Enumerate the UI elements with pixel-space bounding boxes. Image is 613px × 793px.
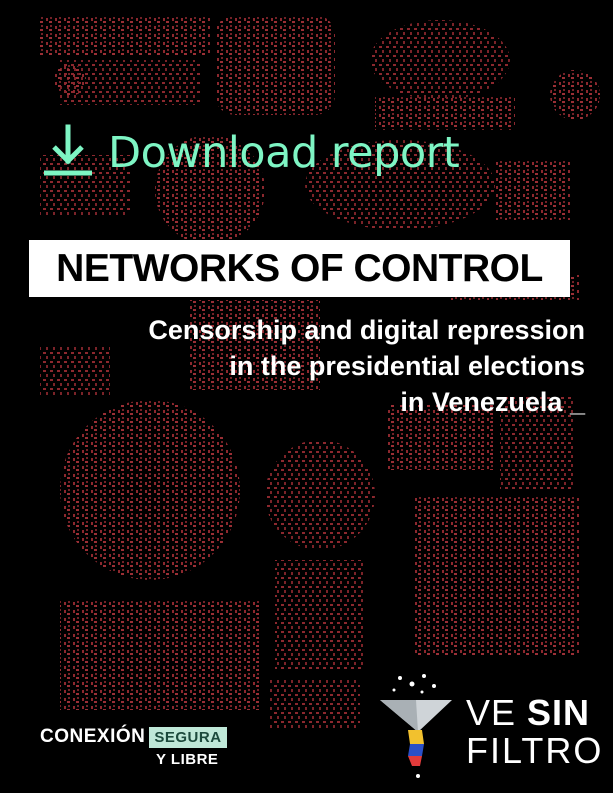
text-cursor: _ <box>569 387 585 417</box>
subtitle-line-3: in Venezuela _ <box>45 384 585 420</box>
logo-word-segura: SEGURA <box>149 726 227 748</box>
logo-word-conexion: CONEXIÓN <box>40 726 146 747</box>
subtitle-line-2: in the presidential elections <box>229 351 585 381</box>
subtitle-line-3-text: in Venezuela <box>400 387 563 417</box>
logo-word-ve: VE <box>466 692 517 733</box>
download-arrow-icon <box>44 124 92 176</box>
report-title: NETWORKS OF CONTROL <box>56 246 543 290</box>
report-subtitle: Censorship and digital repression in the… <box>45 312 585 420</box>
subtitle-line-1: Censorship and digital repression <box>148 315 585 345</box>
logo-ve-sin: VE SIN <box>466 692 590 734</box>
title-box: NETWORKS OF CONTROL <box>29 240 570 297</box>
download-report-label: Download report <box>108 128 460 178</box>
logo-word-filtro: FILTRO <box>466 730 604 771</box>
ve-sin-filtro-logo: VE SIN FILTRO <box>378 672 601 782</box>
logo-word-sin: SIN <box>527 692 591 733</box>
logo-word-libre: Y LIBRE <box>156 751 219 768</box>
download-report-button[interactable]: Download report <box>40 118 460 188</box>
funnel-logo-icon <box>380 674 452 778</box>
conexion-segura-logo: CONEXIÓN SEGURA Y LIBRE <box>40 726 240 768</box>
report-cover: Download report NETWORKS OF CONTROL Cens… <box>0 0 613 793</box>
